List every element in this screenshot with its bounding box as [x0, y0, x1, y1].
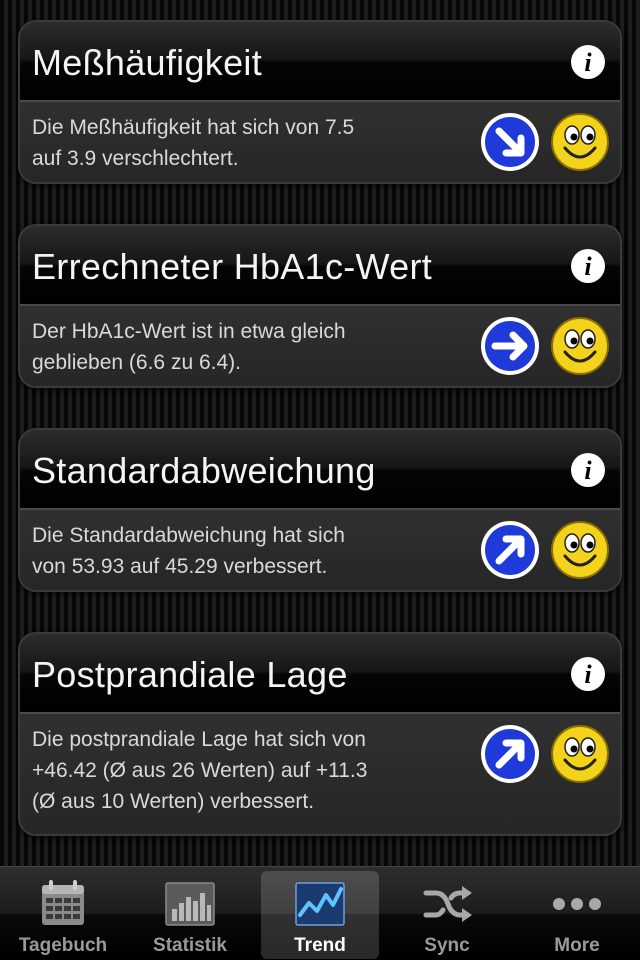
tab-label: More — [554, 935, 600, 956]
svg-text:i: i — [584, 252, 592, 281]
card-body: Die Standardabweichung hat sich von 53.9… — [20, 510, 620, 590]
smiley-icon — [551, 113, 609, 171]
card-title: Meßhäufigkeit — [32, 42, 263, 83]
smiley-icon — [551, 317, 609, 375]
tab-label: Statistik — [153, 935, 227, 956]
tab-more[interactable]: More — [518, 871, 636, 959]
card-title: Standardabweichung — [32, 450, 376, 491]
svg-text:i: i — [584, 660, 592, 689]
card-header: Meßhäufigkeit i — [20, 22, 620, 102]
tab-label: Tagebuch — [18, 935, 108, 956]
calendar-icon — [42, 880, 84, 925]
trend-line-icon — [295, 882, 345, 926]
tab-statistik[interactable]: Statistik — [131, 871, 249, 959]
svg-text:i: i — [584, 48, 592, 77]
card-postprandiale-lage: Postprandiale Lage i Die postprandiale L… — [18, 632, 622, 836]
smiley-icon — [551, 521, 609, 579]
info-icon[interactable]: i — [570, 248, 606, 284]
smiley-icon — [551, 725, 609, 783]
card-text: Die Meßhäufigkeit hat sich von 7.5 auf 3… — [32, 116, 355, 170]
arrow-right-icon — [481, 317, 539, 375]
info-icon[interactable]: i — [570, 656, 606, 692]
card-header: Postprandiale Lage i — [20, 634, 620, 714]
card-text: Die Standardabweichung hat sich von 53.9… — [32, 524, 345, 578]
card-body: Der HbA1c-Wert ist in etwa gleich geblie… — [20, 306, 620, 386]
card-header: Errechneter HbA1c-Wert i — [20, 226, 620, 306]
shuffle-icon — [423, 886, 472, 922]
info-icon[interactable]: i — [570, 452, 606, 488]
arrow-up-right-icon — [481, 521, 539, 579]
card-title: Postprandiale Lage — [32, 654, 348, 695]
tab-tagebuch[interactable]: Tagebuch — [4, 871, 122, 959]
arrow-down-right-icon — [481, 113, 539, 171]
card-title: Errechneter HbA1c-Wert — [32, 246, 433, 287]
bar-chart-icon — [165, 882, 215, 926]
card-body: Die postprandiale Lage hat sich von +46.… — [20, 714, 620, 834]
card-text: Die postprandiale Lage hat sich von +46.… — [32, 728, 368, 813]
card-body: Die Meßhäufigkeit hat sich von 7.5 auf 3… — [20, 102, 620, 182]
card-hba1c: Errechneter HbA1c-Wert i Der HbA1c-Wert … — [18, 224, 622, 388]
arrow-up-right-icon — [481, 725, 539, 783]
tab-sync[interactable]: Sync — [388, 871, 506, 959]
tab-bar: Tagebuch Statistik Trend Sync More — [0, 866, 640, 960]
tab-label: Trend — [294, 935, 346, 956]
more-dots-icon — [553, 898, 601, 910]
card-standardabweichung: Standardabweichung i Die Standardabweich… — [18, 428, 622, 592]
card-text: Der HbA1c-Wert ist in etwa gleich geblie… — [32, 320, 346, 374]
card-header: Standardabweichung i — [20, 430, 620, 510]
tab-label: Sync — [424, 935, 470, 956]
card-messhaeufigkeit: Meßhäufigkeit i Die Meßhäufigkeit hat si… — [18, 20, 622, 184]
tab-trend[interactable]: Trend — [261, 871, 379, 959]
info-icon[interactable]: i — [570, 44, 606, 80]
svg-text:i: i — [584, 456, 592, 485]
